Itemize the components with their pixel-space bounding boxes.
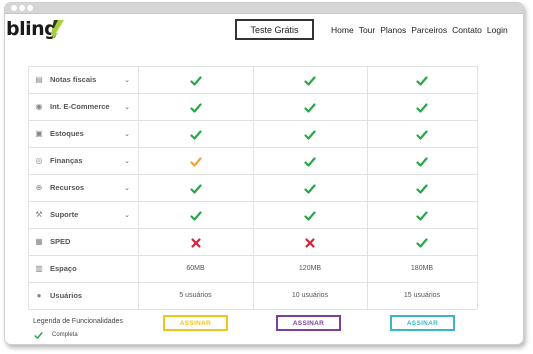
check-icon-plan-1 — [189, 182, 202, 194]
window-dot-icon — [11, 5, 17, 11]
nav-link-home[interactable]: Home — [331, 25, 354, 35]
subscribe-button-plan-2[interactable]: ASSINAR — [276, 315, 341, 331]
chevron-down-icon[interactable]: ⌄ — [124, 130, 130, 138]
plan-value-3: 15 usuários — [403, 292, 441, 299]
check-icon-plan-3 — [416, 128, 428, 140]
check-icon-plan-2 — [304, 128, 316, 140]
feature-label: Recursos — [50, 183, 85, 192]
check-icon-plan-3 — [416, 236, 428, 248]
feature-row-4[interactable]: ⊕ Recursos ⌄ — [28, 174, 134, 201]
chevron-down-icon[interactable]: ⌄ — [124, 184, 130, 192]
feature-label: SPED — [50, 237, 71, 246]
check-icon-plan-1 — [189, 101, 202, 113]
feature-row-8: ● Usuários — [28, 282, 134, 309]
legend-check-icon — [34, 332, 43, 339]
box-icon: ▣ — [35, 129, 43, 138]
subscribe-button-plan-3[interactable]: ASSINAR — [390, 315, 455, 331]
feature-label: Usuários — [50, 291, 83, 300]
feature-row-3[interactable]: ◎ Finanças ⌄ — [28, 147, 134, 174]
document-icon: ▦ — [35, 237, 43, 246]
feature-label: Int. E-Commerce — [50, 102, 110, 111]
check-icon-plan-2 — [304, 182, 316, 194]
check-icon-plan-1 — [189, 74, 202, 86]
check-icon-plan-3 — [416, 209, 428, 221]
cross-icon-plan-2 — [304, 236, 316, 248]
check-icon-plan-3 — [416, 74, 428, 86]
resources-icon: ⊕ — [35, 183, 43, 192]
nav-link-tour[interactable]: Tour — [359, 25, 376, 35]
window-dot-icon — [27, 5, 33, 11]
check-icon-plan-2 — [304, 209, 316, 221]
wrench-icon: ⚒ — [35, 210, 43, 219]
nav-link-login[interactable]: Login — [487, 25, 508, 35]
window-dot-icon — [19, 5, 25, 11]
feature-row-0[interactable]: ▤ Notas fiscais ⌄ — [28, 66, 134, 93]
plan-value-1: 5 usuários — [179, 292, 212, 299]
check-icon-plan-3 — [416, 101, 428, 113]
chevron-down-icon[interactable]: ⌄ — [124, 157, 130, 165]
user-icon: ● — [36, 291, 42, 300]
plan-value-1: 60MB — [186, 265, 205, 272]
check-icon-plan-1 — [189, 209, 202, 221]
nav-link-parceiros[interactable]: Parceiros — [411, 25, 447, 35]
check-icon-plan-1 — [189, 128, 202, 140]
plan-value-2: 120MB — [298, 265, 322, 272]
legend-title: Legenda de Funcionalidades — [33, 318, 123, 325]
check-icon-plan-1 — [189, 155, 202, 167]
chevron-down-icon[interactable]: ⌄ — [124, 76, 130, 84]
logo-mark-icon — [51, 20, 64, 40]
check-icon-plan-2 — [304, 155, 316, 167]
feature-label: Finanças — [50, 156, 83, 165]
check-icon-plan-3 — [416, 182, 428, 194]
nav-link-planos[interactable]: Planos — [380, 25, 406, 35]
chevron-down-icon[interactable]: ⌄ — [124, 103, 130, 111]
invoice-icon: ▤ — [35, 75, 43, 84]
feature-label: Estoques — [50, 129, 84, 138]
feature-label: Suporte — [50, 210, 79, 219]
table-column-divider — [367, 66, 368, 309]
plans-comparison-table: ▤ Notas fiscais ⌄ ◉ Int. E-Commerce ⌄ ▣ Estoque… — [28, 66, 478, 311]
feature-label: Espaço — [50, 264, 77, 273]
check-icon-plan-2 — [304, 101, 316, 113]
chevron-down-icon[interactable]: ⌄ — [124, 211, 130, 219]
legend-complete-label: Completa — [52, 332, 78, 338]
feature-row-7: ▥ Espaço — [28, 255, 134, 282]
table-row-divider — [28, 309, 477, 310]
feature-row-2[interactable]: ▣ Estoques ⌄ — [28, 120, 134, 147]
table-column-divider — [253, 66, 254, 309]
storage-icon: ▥ — [35, 264, 43, 273]
subscribe-button-plan-1[interactable]: ASSINAR — [163, 315, 228, 331]
nav-link-contato[interactable]: Contato — [452, 25, 482, 35]
check-icon-plan-3 — [416, 155, 428, 167]
feature-row-1[interactable]: ◉ Int. E-Commerce ⌄ — [28, 93, 134, 120]
main-nav: Home Tour Planos Parceiros Contato Login — [331, 25, 508, 35]
plan-value-2: 10 usuários — [291, 292, 329, 299]
cross-icon-plan-1 — [190, 236, 202, 248]
plan-value-3: 180MB — [410, 265, 434, 272]
table-column-divider — [477, 66, 478, 309]
check-icon-plan-2 — [304, 74, 316, 86]
cart-icon: ◉ — [35, 102, 43, 111]
feature-label: Notas fiscais — [50, 75, 97, 84]
feature-row-6: ▦ SPED — [28, 228, 134, 255]
feature-row-5[interactable]: ⚒ Suporte ⌄ — [28, 201, 134, 228]
table-column-divider — [138, 66, 139, 309]
coin-icon: ◎ — [35, 156, 43, 165]
window-titlebar — [5, 3, 523, 14]
free-trial-button[interactable]: Teste Grátis — [235, 19, 314, 40]
